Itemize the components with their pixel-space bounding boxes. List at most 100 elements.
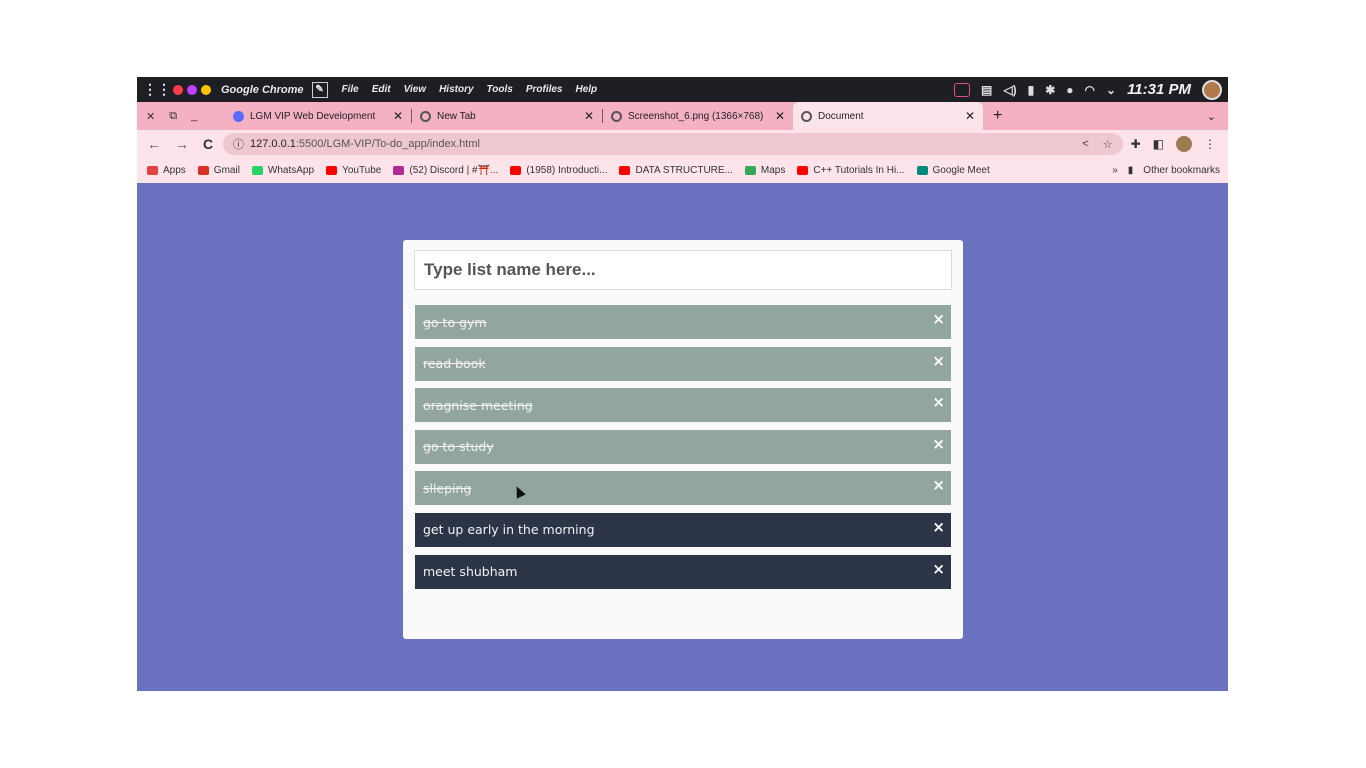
todo-item[interactable]: oragnise meeting ×	[415, 388, 951, 423]
todo-item[interactable]: slleping ×	[415, 471, 951, 506]
chrome-icon	[420, 110, 431, 122]
tab-close-icon[interactable]: ✕	[775, 109, 785, 123]
address-bar: ← → C ⓘ 127.0.0.1:5500/LGM-VIP/To-do_app…	[137, 130, 1228, 158]
info-icon[interactable]: ⓘ	[233, 136, 244, 152]
new-tab-button[interactable]: +	[993, 107, 1002, 125]
screen-record-icon[interactable]	[954, 82, 971, 97]
tab-document[interactable]: Document ✕	[793, 102, 983, 130]
bookmark-icon	[797, 166, 809, 175]
side-panel-icon[interactable]: ◧	[1153, 137, 1164, 151]
bookmark-item[interactable]: WhatsApp	[251, 165, 314, 176]
minimize-icon[interactable]: _	[191, 110, 197, 123]
nav-buttons: ← → C	[137, 136, 223, 152]
todo-item-text: oragnise meeting	[423, 397, 533, 413]
more-bookmarks-icon[interactable]: »	[1112, 165, 1118, 176]
tab-close-icon[interactable]: ✕	[584, 109, 594, 123]
bookmark-label: DATA STRUCTURE...	[635, 165, 733, 176]
bookmark-label: (1958) Introducti...	[526, 165, 608, 176]
system-top-bar: ⋮⋮⋮ Google Chrome ✎ File Edit View History T…	[137, 77, 1228, 102]
star-icon[interactable]: ☆	[1103, 138, 1113, 151]
forward-icon[interactable]: →	[175, 136, 189, 152]
bookmark-item[interactable]: (52) Discord | #⛩️...	[393, 165, 498, 176]
tab-lgm-vip[interactable]: LGM VIP Web Development ✕	[225, 102, 411, 130]
tab-screenshot[interactable]: Screenshot_6.png (1366×768) ✕	[603, 102, 793, 130]
menu-item-help[interactable]: Help	[576, 84, 598, 95]
bookmark-icon	[619, 166, 631, 175]
maximize-dot[interactable]	[201, 84, 211, 95]
bookmark-icon	[393, 166, 405, 175]
tab-close-icon[interactable]: ✕	[965, 109, 975, 123]
todo-item-text: go to study	[423, 439, 494, 455]
tab-window-controls: ✕ ⧉ _	[137, 110, 225, 123]
app-name: Google Chrome	[221, 83, 304, 96]
user-avatar[interactable]	[1202, 79, 1222, 100]
bookmark-icon	[510, 166, 522, 175]
delete-item-button[interactable]: ×	[932, 518, 945, 536]
minimize-dot[interactable]	[187, 84, 197, 95]
bluetooth-icon[interactable]: ✱	[1045, 83, 1055, 97]
bookmark-item[interactable]: Gmail	[197, 165, 240, 176]
todo-item[interactable]: read book ×	[415, 346, 951, 381]
todo-item[interactable]: meet shubham ×	[415, 554, 951, 589]
bookmark-item[interactable]: (1958) Introducti...	[510, 165, 607, 176]
url-path: :5500/LGM-VIP/To-do_app/index.html	[295, 138, 480, 150]
delete-item-button[interactable]: ×	[932, 352, 945, 370]
close-dot[interactable]	[173, 84, 183, 95]
system-tray: ▤ ◁) ▮ ✱ ● ◠ ⌄ 11:31 PM	[954, 79, 1228, 100]
share-icon[interactable]: <	[1082, 138, 1088, 151]
tab-new-tab[interactable]: New Tab ✕	[412, 102, 602, 130]
tab-title: Screenshot_6.png (1366×768)	[628, 110, 764, 122]
reload-icon[interactable]: C	[203, 136, 213, 152]
chrome-icon	[801, 110, 812, 122]
todo-item-text: slleping	[423, 480, 472, 496]
restore-icon[interactable]: ⧉	[169, 110, 177, 123]
menu-item-history[interactable]: History	[439, 84, 473, 95]
delete-item-button[interactable]: ×	[932, 393, 945, 411]
microphone-icon[interactable]: ●	[1066, 83, 1073, 97]
volume-icon[interactable]: ◁)	[1003, 83, 1016, 97]
bookmark-item[interactable]: C++ Tutorials In Hi...	[797, 165, 905, 176]
extensions-icon[interactable]: ✚	[1131, 137, 1141, 151]
bookmark-label: (52) Discord | #⛩️...	[409, 165, 499, 176]
clipboard-icon[interactable]: ▤	[981, 83, 992, 97]
close-icon[interactable]: ✕	[146, 110, 155, 123]
todo-item[interactable]: get up early in the morning ×	[415, 512, 951, 547]
list-name-input[interactable]	[414, 250, 952, 290]
todo-item-text: go to gym	[423, 314, 487, 330]
menu-icon[interactable]: ⋮	[1204, 137, 1216, 151]
delete-item-button[interactable]: ×	[932, 310, 945, 328]
bookmark-label: Gmail	[213, 165, 240, 176]
todo-card: go to gym×read book×oragnise meeting×go …	[403, 240, 963, 639]
menu-item-profiles[interactable]: Profiles	[526, 84, 563, 95]
todo-item[interactable]: go to gym ×	[415, 305, 951, 339]
url-field[interactable]: ⓘ 127.0.0.1:5500/LGM-VIP/To-do_app/index…	[223, 133, 1123, 155]
profile-avatar[interactable]	[1176, 136, 1192, 152]
menu-item-view[interactable]: View	[404, 84, 426, 95]
menu-item-edit[interactable]: Edit	[372, 84, 391, 95]
todo-item[interactable]: go to study ×	[415, 429, 951, 464]
tab-close-icon[interactable]: ✕	[393, 109, 403, 123]
bookmark-item[interactable]: Apps	[147, 165, 186, 176]
delete-item-button[interactable]: ×	[932, 560, 945, 578]
menu-item-tools[interactable]: Tools	[487, 84, 513, 95]
bookmark-item[interactable]: Maps	[744, 165, 785, 176]
app-grid-icon[interactable]: ⋮⋮⋮	[137, 81, 171, 98]
tab-search-icon[interactable]: ⌄	[1207, 110, 1228, 123]
chevron-down-icon[interactable]: ⌄	[1106, 83, 1116, 97]
edit-icon[interactable]: ✎	[311, 81, 328, 98]
other-bookmarks[interactable]: Other bookmarks	[1143, 165, 1220, 176]
battery-icon[interactable]: ▮	[1028, 83, 1035, 97]
back-icon[interactable]: ←	[147, 136, 161, 152]
bookmark-item[interactable]: DATA STRUCTURE...	[619, 165, 733, 176]
delete-item-button[interactable]: ×	[932, 435, 945, 453]
bookmark-icon	[916, 166, 928, 175]
bookmark-item[interactable]: Google Meet	[916, 165, 990, 176]
tab-title: Document	[818, 110, 864, 122]
wifi-icon[interactable]: ◠	[1085, 83, 1095, 97]
bookmark-icon	[326, 166, 338, 175]
screen: ⋮⋮⋮ Google Chrome ✎ File Edit View History T…	[137, 77, 1228, 691]
bookmark-item[interactable]: YouTube	[326, 165, 381, 176]
bookmark-label: C++ Tutorials In Hi...	[813, 165, 905, 176]
delete-item-button[interactable]: ×	[932, 476, 945, 494]
menu-item-file[interactable]: File	[342, 84, 359, 95]
